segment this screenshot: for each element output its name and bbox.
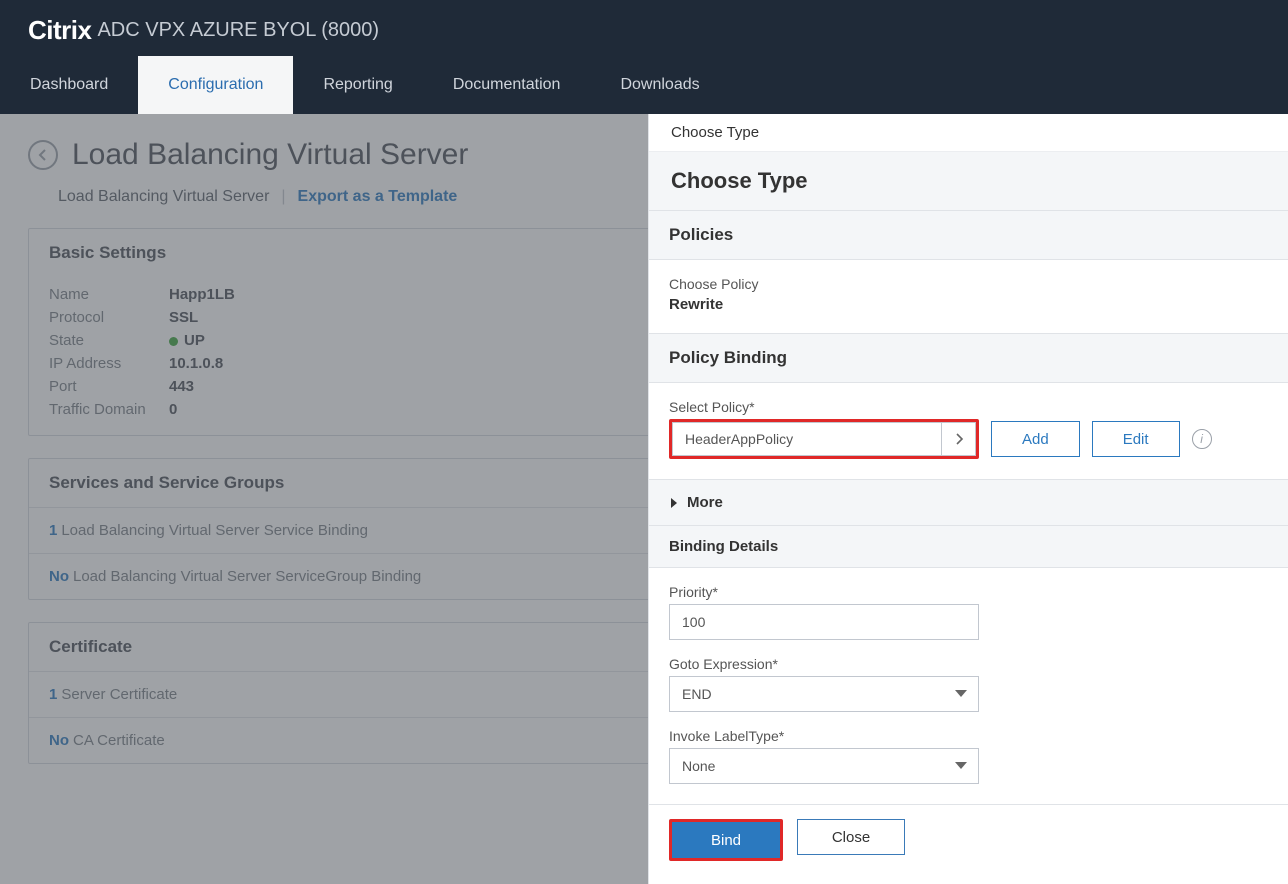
invoke-select[interactable] — [669, 748, 979, 784]
choose-policy-value: Rewrite — [669, 296, 1268, 313]
more-toggle[interactable]: More — [649, 479, 1288, 526]
panel-breadcrumb: Choose Type — [649, 114, 1288, 152]
chevron-right-icon — [954, 432, 964, 446]
tab-configuration[interactable]: Configuration — [138, 56, 293, 114]
select-policy-browse-button[interactable] — [942, 422, 976, 456]
side-panel: Choose Type Choose Type Policies Choose … — [648, 114, 1288, 884]
header-bar: Citrix ADC VPX AZURE BYOL (8000) — [0, 0, 1288, 56]
invoke-label: Invoke LabelType* — [669, 728, 1268, 744]
edit-button[interactable]: Edit — [1092, 421, 1180, 457]
select-policy-input[interactable] — [672, 422, 942, 456]
priority-input[interactable] — [669, 604, 979, 640]
goto-select[interactable] — [669, 676, 979, 712]
info-icon[interactable]: i — [1192, 429, 1212, 449]
goto-label: Goto Expression* — [669, 656, 1268, 672]
binding-details-header: Binding Details — [649, 526, 1288, 568]
main-body: Load Balancing Virtual Server Load Balan… — [0, 114, 1288, 884]
bind-button[interactable]: Bind — [672, 822, 780, 858]
nav-tabs: Dashboard Configuration Reporting Docume… — [0, 56, 1288, 114]
policy-binding-body: Select Policy* Add Edit i — [649, 383, 1288, 479]
close-button[interactable]: Close — [797, 819, 905, 855]
bind-highlight: Bind — [669, 819, 783, 861]
policies-header: Policies — [649, 211, 1288, 260]
tab-downloads[interactable]: Downloads — [590, 56, 729, 114]
tab-dashboard[interactable]: Dashboard — [0, 56, 138, 114]
select-policy-label: Select Policy* — [669, 399, 1268, 415]
brand-sub: ADC VPX AZURE BYOL (8000) — [97, 19, 379, 42]
select-policy-highlight — [669, 419, 979, 459]
policies-body: Choose Policy Rewrite — [649, 260, 1288, 333]
brand-main: Citrix — [28, 15, 91, 46]
panel-title: Choose Type — [649, 152, 1288, 211]
policy-binding-header: Policy Binding — [649, 333, 1288, 383]
caret-right-icon — [669, 497, 679, 509]
priority-label: Priority* — [669, 584, 1268, 600]
tab-documentation[interactable]: Documentation — [423, 56, 591, 114]
more-label: More — [687, 494, 723, 511]
add-button[interactable]: Add — [991, 421, 1080, 457]
binding-details-body: Priority* Goto Expression* Invoke LabelT… — [649, 568, 1288, 804]
tab-reporting[interactable]: Reporting — [293, 56, 422, 114]
choose-policy-label: Choose Policy — [669, 276, 1268, 292]
panel-footer: Bind Close — [649, 804, 1288, 881]
